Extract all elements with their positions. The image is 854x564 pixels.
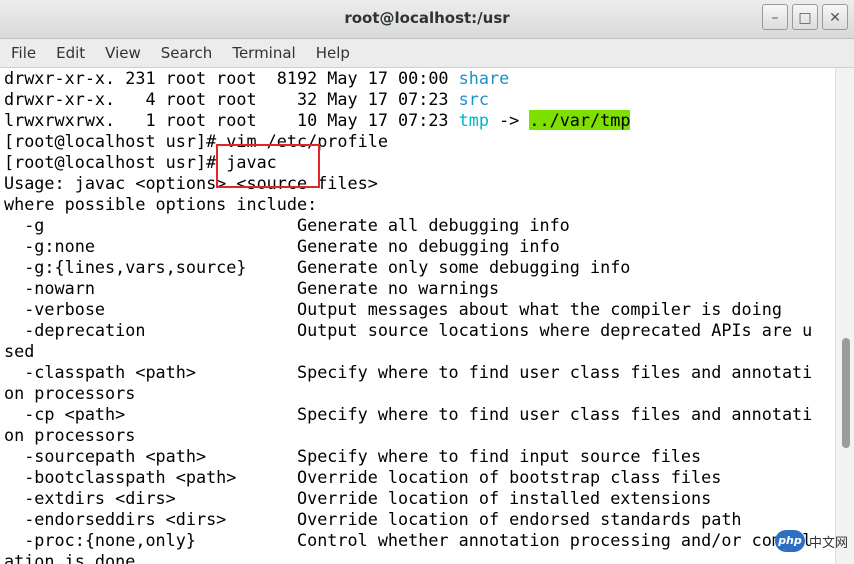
terminal-window: root@localhost:/usr – □ ✕ File Edit View… — [0, 0, 854, 564]
menu-file[interactable]: File — [0, 44, 45, 62]
output-line: -sourcepath <path> Specify where to find… — [4, 446, 702, 466]
output-line: -extdirs <dirs> Override location of ins… — [4, 488, 712, 508]
output-line: -deprecation Output source locations whe… — [4, 320, 813, 340]
menu-bar: File Edit View Search Terminal Help — [0, 39, 854, 68]
listing-perm: lrwxrwxrwx. 1 root root 10 May 17 07:23 — [4, 110, 459, 130]
listing-line-src: drwxr-xr-x. 4 root root 32 May 17 07:23 … — [4, 89, 489, 110]
output-line: -g Generate all debugging info — [4, 215, 570, 235]
menu-help[interactable]: Help — [305, 44, 359, 62]
prompt-line: [root@localhost usr]# vim /etc/profile — [4, 131, 388, 151]
output-line: where possible options include: — [4, 194, 318, 214]
output-line: Usage: javac <options> <source files> — [4, 173, 378, 193]
php-logo-icon: php — [774, 530, 805, 552]
terminal-output[interactable]: drwxr-xr-x. 231 root root 8192 May 17 00… — [0, 68, 836, 564]
listing-line-share: drwxr-xr-x. 231 root root 8192 May 17 00… — [4, 68, 509, 89]
dir-name-share: share — [458, 68, 510, 88]
symlink-name-tmp: tmp — [458, 110, 489, 130]
menu-view[interactable]: View — [94, 44, 150, 62]
output-line: -cp <path> Specify where to find user cl… — [4, 404, 813, 424]
symlink-arrow: -> — [488, 110, 530, 130]
title-bar[interactable]: root@localhost:/usr – □ ✕ — [0, 0, 854, 39]
scrollbar-thumb[interactable] — [842, 338, 850, 448]
output-line: -verbose Output messages about what the … — [4, 299, 782, 319]
symlink-target: ../var/tmp — [529, 110, 631, 130]
output-line: -g:{lines,vars,source} Generate only som… — [4, 257, 631, 277]
maximize-icon[interactable]: □ — [792, 4, 818, 30]
window-title: root@localhost:/usr — [344, 9, 510, 27]
listing-perm: drwxr-xr-x. 4 root root 32 May 17 07:23 — [4, 89, 459, 109]
dir-name-src: src — [458, 89, 489, 109]
menu-terminal[interactable]: Terminal — [221, 44, 304, 62]
output-line: -bootclasspath <path> Override location … — [4, 467, 722, 487]
output-line: -g:none Generate no debugging info — [4, 236, 560, 256]
highlight-box — [216, 144, 320, 188]
output-line: -endorseddirs <dirs> Override location o… — [4, 509, 742, 529]
output-line: -classpath <path> Specify where to find … — [4, 362, 813, 382]
watermark: php 中文网 — [774, 530, 848, 552]
window-controls: – □ ✕ — [762, 4, 848, 30]
output-line: sed — [4, 341, 35, 361]
menu-edit[interactable]: Edit — [45, 44, 94, 62]
close-icon[interactable]: ✕ — [822, 4, 848, 30]
menu-search[interactable]: Search — [150, 44, 222, 62]
output-line: -proc:{none,only} Control whether annota… — [4, 530, 813, 550]
scrollbar[interactable] — [835, 68, 854, 564]
listing-perm: drwxr-xr-x. 231 root root 8192 May 17 00… — [4, 68, 459, 88]
minimize-icon[interactable]: – — [762, 4, 788, 30]
watermark-text: 中文网 — [808, 535, 848, 551]
output-line: -nowarn Generate no warnings — [4, 278, 500, 298]
output-line: on processors — [4, 383, 136, 403]
output-line: on processors — [4, 425, 136, 445]
listing-line-tmp: lrwxrwxrwx. 1 root root 10 May 17 07:23 … — [4, 110, 631, 131]
output-line: ation is done. — [4, 551, 146, 564]
